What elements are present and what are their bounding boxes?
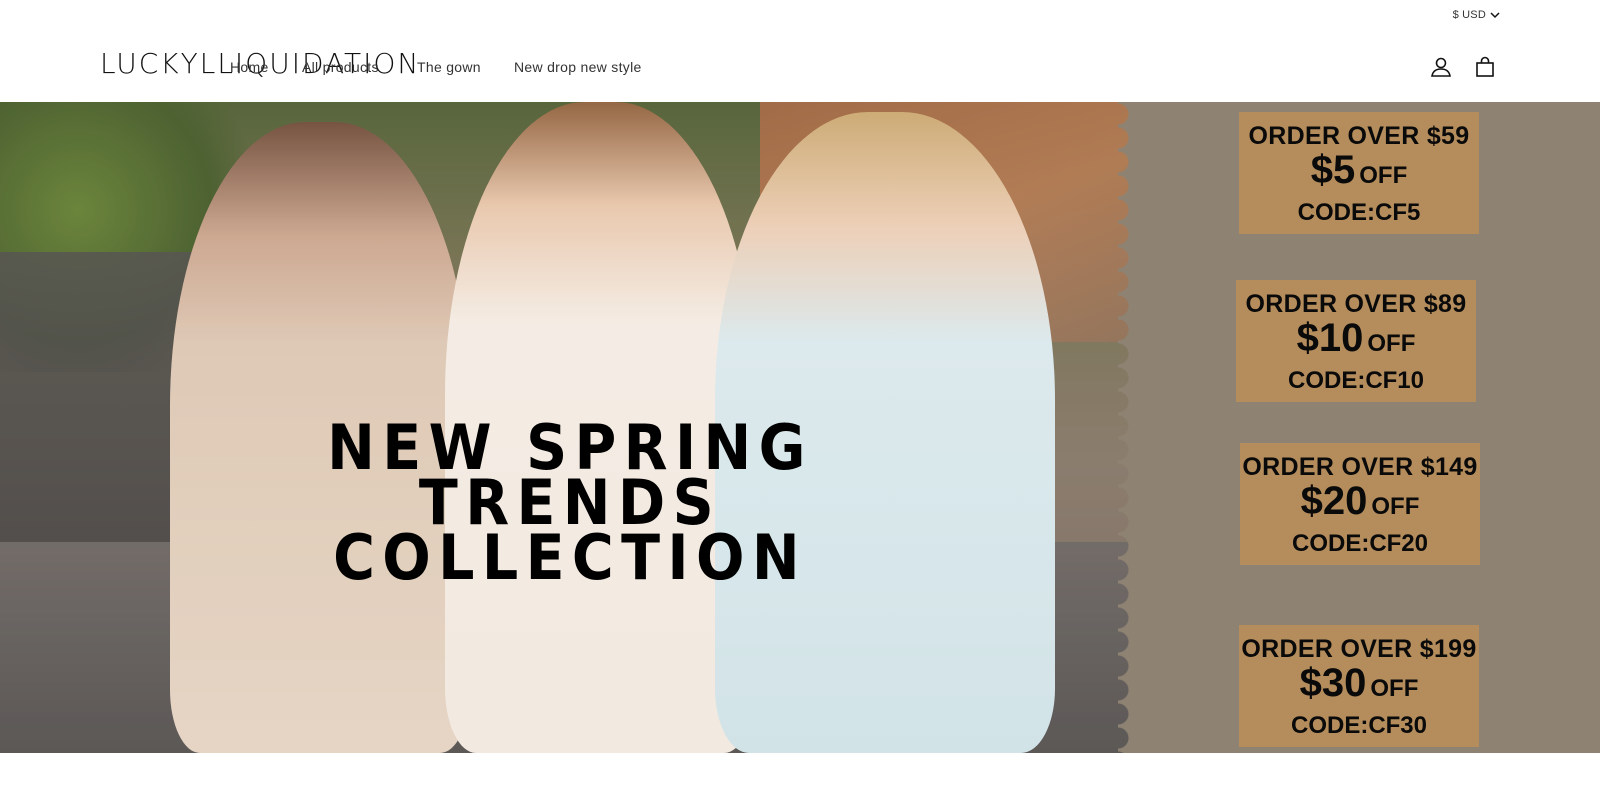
scalloped-edge bbox=[1118, 102, 1140, 753]
site-header: LUCKYLLIQUIDATION Home All products The … bbox=[0, 32, 1600, 102]
coupon-threshold: ORDER OVER $199 bbox=[1241, 635, 1477, 663]
announcement-bar: $ USD bbox=[0, 0, 1600, 32]
page-continuation bbox=[0, 753, 1600, 799]
coupon-threshold: ORDER OVER $89 bbox=[1245, 290, 1467, 318]
coupon-code: CODE:CF20 bbox=[1291, 530, 1429, 557]
coupon-card: ORDER OVER $59 $5 OFF CODE:CF5 bbox=[1239, 112, 1479, 234]
currency-selector[interactable]: $ USD bbox=[1453, 9, 1500, 21]
nav-link-the-gown[interactable]: The gown bbox=[417, 59, 481, 75]
coupon-code: CODE:CF10 bbox=[1287, 367, 1425, 394]
coupon-off: OFF bbox=[1367, 330, 1416, 357]
coupon-off: OFF bbox=[1359, 162, 1408, 189]
coupon-threshold: ORDER OVER $149 bbox=[1242, 453, 1478, 481]
nav-link-home[interactable]: Home bbox=[230, 59, 269, 75]
currency-label: $ USD bbox=[1452, 9, 1486, 21]
coupon-card: ORDER OVER $199 $30 OFF CODE:CF30 bbox=[1239, 625, 1479, 747]
coupon-threshold: ORDER OVER $59 bbox=[1248, 122, 1470, 150]
hero-title-line-2: COLLECTION bbox=[333, 521, 807, 594]
hero-title: NEW SPRING TRENDS COLLECTION bbox=[248, 411, 892, 594]
nav-link-new-drop[interactable]: New drop new style bbox=[514, 59, 642, 75]
hero-title-line-1: NEW SPRING TRENDS bbox=[327, 411, 813, 539]
coupon-amount: $10 bbox=[1296, 316, 1364, 360]
coupon-code: CODE:CF5 bbox=[1297, 199, 1421, 226]
coupon-card: ORDER OVER $89 $10 OFF CODE:CF10 bbox=[1236, 280, 1476, 402]
coupon-amount: $30 bbox=[1299, 661, 1367, 705]
coupon-amount: $5 bbox=[1310, 148, 1356, 192]
coupon-off: OFF bbox=[1371, 493, 1420, 520]
chevron-down-icon bbox=[1490, 12, 1500, 19]
account-icon[interactable] bbox=[1429, 55, 1453, 79]
hero-banner[interactable]: NEW SPRING TRENDS COLLECTION ORDER OVER … bbox=[0, 102, 1600, 753]
nav-link-all-products[interactable]: All products bbox=[302, 59, 379, 75]
header-icons bbox=[1429, 55, 1497, 79]
coupon-code: CODE:CF30 bbox=[1290, 712, 1428, 739]
coupon-amount: $20 bbox=[1300, 479, 1368, 523]
cart-icon[interactable] bbox=[1473, 55, 1497, 79]
coupon-card: ORDER OVER $149 $20 OFF CODE:CF20 bbox=[1240, 443, 1480, 565]
coupon-off: OFF bbox=[1370, 675, 1419, 702]
